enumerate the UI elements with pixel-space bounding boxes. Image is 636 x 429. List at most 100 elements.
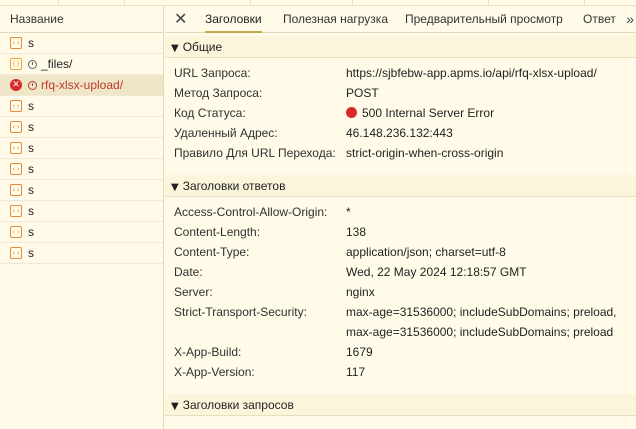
request-headers-section-header[interactable]: ▼ Заголовки запросов [165, 394, 636, 416]
header-row: Content-Type: application/json; charset=u… [165, 242, 636, 262]
header-value: 500 Internal Server Error [362, 106, 495, 120]
request-item[interactable]: ‹› s [0, 180, 163, 201]
header-key: X-App-Version: [174, 365, 255, 379]
error-icon: ✕ [10, 79, 22, 91]
request-item[interactable]: ‹› s [0, 243, 163, 264]
request-item[interactable]: ‹› s [0, 159, 163, 180]
general-section-header[interactable]: ▼ Общие [165, 36, 636, 58]
section-title: Заголовки запросов [182, 398, 294, 412]
header-value: max-age=31536000; includeSubDomains; pre… [346, 305, 617, 319]
header-value: application/json; charset=utf-8 [346, 245, 506, 259]
header-value: 138 [346, 225, 367, 239]
header-row: X-App-Version: 117 [165, 362, 636, 382]
header-key: Код Статуса: [174, 106, 246, 120]
request-headers-section: ▼ Заголовки запросов [165, 394, 636, 416]
header-key: Правило Для URL Перехода: [174, 146, 336, 160]
header-value: 117 [346, 365, 366, 379]
header-value: Wed, 22 May 2024 12:18:57 GMT [346, 265, 527, 279]
request-item[interactable]: ‹› s [0, 222, 163, 243]
header-value: nginx [346, 285, 375, 299]
script-file-icon: ‹› [10, 184, 22, 196]
section-title: Общие [182, 40, 223, 54]
header-key: Strict-Transport-Security: [174, 305, 307, 319]
collapse-triangle-icon: ▼ [171, 43, 179, 54]
request-label: s [28, 99, 34, 113]
request-label: rfq-xlsx-upload/ [41, 78, 124, 92]
script-file-icon: ‹› [10, 37, 22, 49]
header-key: Access-Control-Allow-Origin: [174, 205, 328, 219]
header-value: strict-origin-when-cross-origin [346, 146, 504, 160]
header-key: Удаленный Адрес: [174, 126, 278, 140]
header-row-status: Код Статуса: 500 Internal Server Error [165, 103, 636, 123]
header-key: X-App-Build: [174, 345, 242, 359]
header-row-request-url: URL Запроса: https://sjbfebw-app.apms.io/… [165, 63, 636, 83]
header-value: https://sjbfebw-app.apms.io/api/rfq-xlsx… [346, 66, 597, 80]
request-item[interactable]: ‹› s [0, 33, 163, 54]
request-list-panel: Название ‹› s {} _files/ ✕ rfq-xlsx-uplo… [0, 6, 164, 429]
request-item[interactable]: ‹› s [0, 117, 163, 138]
request-item[interactable]: ‹› s [0, 96, 163, 117]
header-row-continued: max-age=31536000; includeSubDomains; pre… [165, 322, 636, 342]
more-tabs-icon[interactable]: » [626, 6, 636, 33]
header-row: Content-Length: 138 [165, 222, 636, 242]
header-row: Date: Wed, 22 May 2024 12:18:57 GMT [165, 262, 636, 282]
header-row-method: Метод Запроса: POST [165, 83, 636, 103]
js-file-icon: {} [10, 58, 22, 70]
header-row-remote-address: Удаленный Адрес: 46.148.236.132:443 [165, 123, 636, 143]
request-item[interactable]: ‹› s [0, 138, 163, 159]
script-file-icon: ‹› [10, 100, 22, 112]
header-row-referrer-policy: Правило Для URL Перехода: strict-origin-w… [165, 143, 636, 163]
request-label: _files/ [41, 57, 73, 71]
request-label: s [28, 120, 34, 134]
collapse-triangle-icon: ▼ [171, 401, 179, 412]
tab-headers[interactable]: Заголовки [205, 6, 262, 33]
header-key: Content-Length: [174, 225, 261, 239]
details-tab-bar: ✕ Заголовки Полезная нагрузка Предварите… [165, 6, 636, 33]
tab-preview[interactable]: Предварительный просмотр [405, 6, 563, 33]
request-label: s [28, 204, 34, 218]
header-key: Content-Type: [174, 245, 250, 259]
header-value: POST [346, 86, 379, 100]
status-value: 500 Internal Server Error [346, 103, 494, 123]
header-key: URL Запроса: [174, 66, 251, 80]
script-file-icon: ‹› [10, 163, 22, 175]
close-icon[interactable]: ✕ [174, 9, 187, 28]
script-file-icon: ‹› [10, 205, 22, 217]
request-label: s [28, 246, 34, 260]
script-file-icon: ‹› [10, 226, 22, 238]
request-item[interactable]: ‹› s [0, 201, 163, 222]
header-row: Server: nginx [165, 282, 636, 302]
tab-response[interactable]: Ответ [583, 6, 616, 33]
header-value: 1679 [346, 345, 373, 359]
column-header-name[interactable]: Название [0, 6, 163, 33]
details-panel: ✕ Заголовки Полезная нагрузка Предварите… [165, 6, 636, 429]
header-value: max-age=31536000; includeSubDomains; pre… [346, 325, 614, 339]
header-key: Метод Запроса: [174, 86, 263, 100]
request-item-selected[interactable]: ✕ rfq-xlsx-upload/ [0, 75, 163, 96]
request-label: s [28, 225, 34, 239]
script-file-icon: ‹› [10, 247, 22, 259]
error-status-icon [346, 107, 357, 118]
collapse-triangle-icon: ▼ [171, 182, 179, 193]
section-title: Заголовки ответов [182, 179, 286, 193]
general-section: ▼ Общие [165, 36, 636, 58]
service-worker-icon [28, 81, 37, 90]
request-label: s [28, 141, 34, 155]
service-worker-icon [28, 60, 37, 69]
header-row: Access-Control-Allow-Origin: * [165, 202, 636, 222]
header-row: X-App-Build: 1679 [165, 342, 636, 362]
response-headers-section-header[interactable]: ▼ Заголовки ответов [165, 175, 636, 197]
header-key: Server: [174, 285, 213, 299]
request-label: s [28, 162, 34, 176]
header-key: Date: [174, 265, 203, 279]
request-item[interactable]: {} _files/ [0, 54, 163, 75]
tab-payload[interactable]: Полезная нагрузка [283, 6, 388, 33]
script-file-icon: ‹› [10, 142, 22, 154]
header-value: 46.148.236.132:443 [346, 126, 453, 140]
response-headers-section: ▼ Заголовки ответов [165, 175, 636, 197]
header-row: Strict-Transport-Security: max-age=315360… [165, 302, 636, 322]
script-file-icon: ‹› [10, 121, 22, 133]
request-label: s [28, 183, 34, 197]
request-label: s [28, 36, 34, 50]
header-value: * [346, 205, 351, 219]
